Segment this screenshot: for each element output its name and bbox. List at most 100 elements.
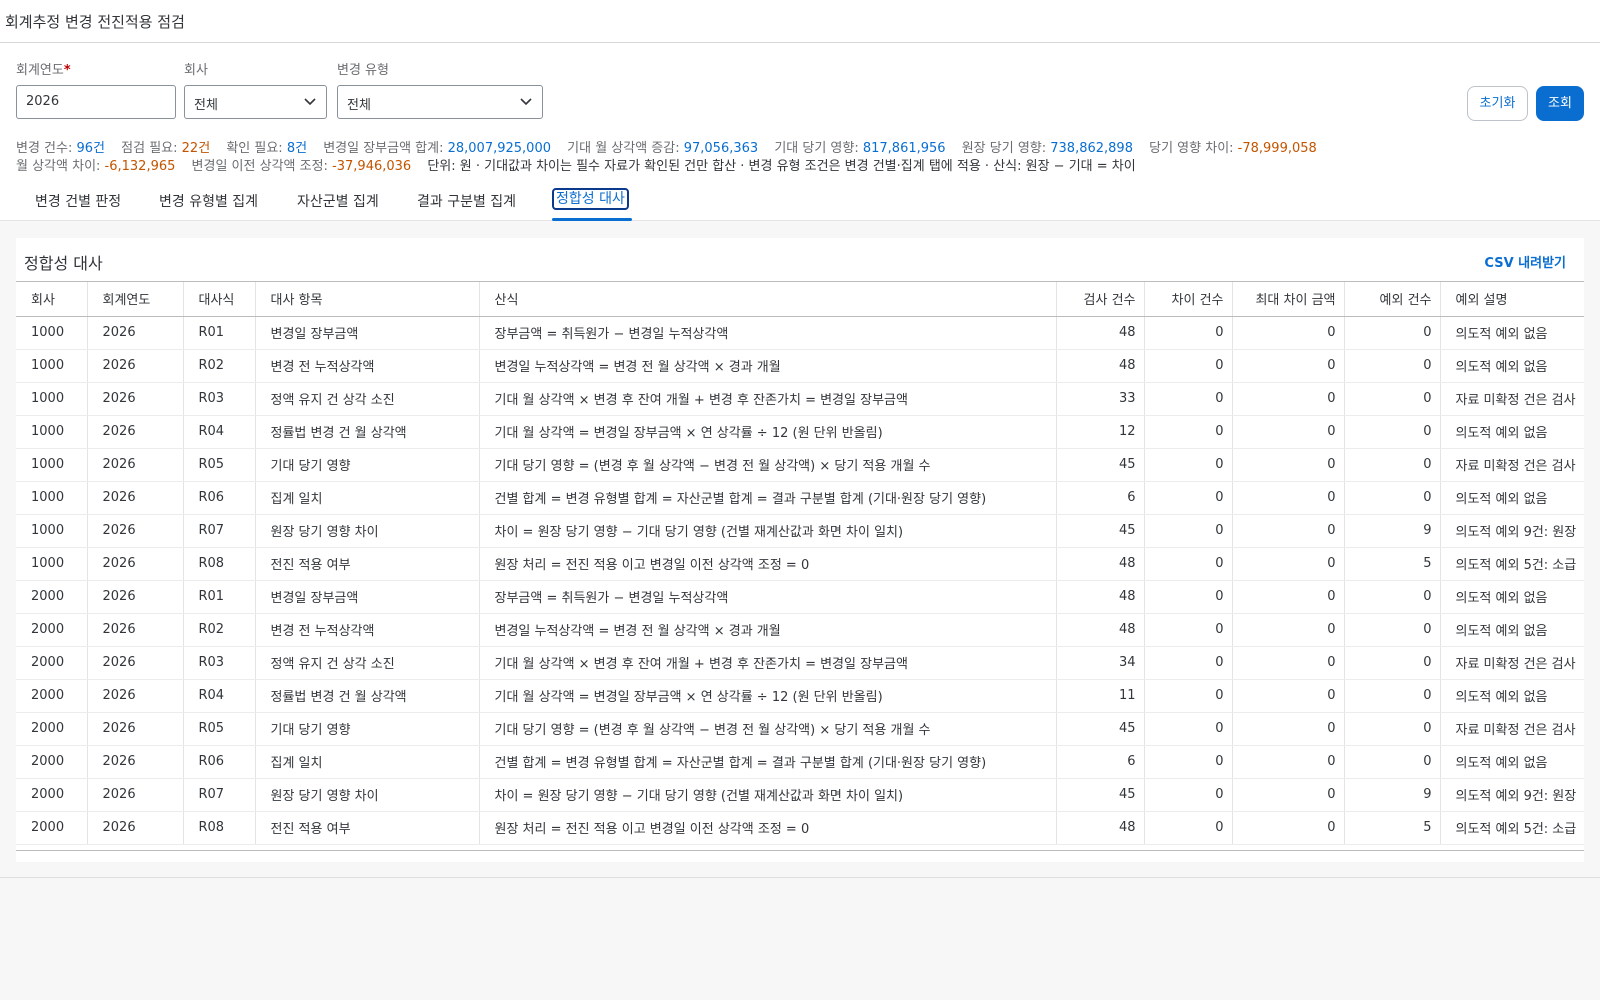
table-cell: 11 xyxy=(1056,679,1145,713)
table-cell: 의도적 예외 없음 xyxy=(1440,349,1584,383)
table-cell: 0 xyxy=(1344,316,1441,350)
csv-download-link[interactable]: CSV 내려받기 xyxy=(1484,252,1566,271)
table-row[interactable]: 2000 2026 R08 전진 적용 여부 원장 처리 = 전진 적용 이고 변경일 … xyxy=(16,811,1584,845)
table-row[interactable]: 2000 2026 R06 집계 일치 건별 합계 = 변경 유형별 합계 = 자산군별… xyxy=(16,745,1584,779)
column-header[interactable]: 차이 건수 xyxy=(1144,282,1233,317)
table-cell: 0 xyxy=(1232,712,1345,746)
tab-result-class[interactable]: 결과 구분별 집계 xyxy=(417,191,516,211)
table-cell: 2026 xyxy=(87,316,184,350)
table-cell: 의도적 예외 없음 xyxy=(1440,415,1584,449)
table-cell: 0 xyxy=(1344,712,1441,746)
table-cell: 의도적 예외 9건: 원장 xyxy=(1440,514,1584,548)
table-cell: R06 xyxy=(183,745,256,779)
table-row[interactable]: 1000 2026 R07 원장 당기 영향 차이 차이 = 원장 당기 영향 − 기대… xyxy=(16,514,1584,548)
reconciliation-table: 회사 회계연도 대사식 대사 항목 산식 검사 건수 차이 건수 최대 차이 금… xyxy=(16,282,1584,845)
table-cell: R01 xyxy=(183,316,256,350)
table-cell: 45 xyxy=(1056,712,1145,746)
summary-item: 변경일 이전 상각액 조정: -37,946,036 xyxy=(191,159,412,174)
company-select[interactable]: 전체 xyxy=(184,85,327,119)
chevron-down-icon xyxy=(520,98,532,106)
table-row[interactable]: 2000 2026 R05 기대 당기 영향 기대 당기 영향 = (변경 후 월 상각… xyxy=(16,712,1584,746)
table-cell: 2000 xyxy=(16,811,88,845)
table-cell: 5 xyxy=(1344,547,1441,581)
page-title: 회계추정 변경 전진적용 점검 xyxy=(5,13,185,31)
year-label: 회계연도* xyxy=(16,63,71,78)
summary-item: 원장 당기 영향: 738,862,898 xyxy=(961,141,1133,156)
table-cell: 2026 xyxy=(87,547,184,581)
table-cell: R08 xyxy=(183,547,256,581)
table-cell: 2026 xyxy=(87,415,184,449)
column-header[interactable]: 검사 건수 xyxy=(1056,282,1145,317)
table-cell: 집계 일치 xyxy=(255,481,480,515)
table-row[interactable]: 2000 2026 R02 변경 전 누적상각액 변경일 누적상각액 = 변경 전 월 … xyxy=(16,613,1584,647)
table-cell: 6 xyxy=(1056,481,1145,515)
summary-note: 단위: 원 · 기대값과 차이는 필수 자료가 확인된 건만 합산 · 변경 유… xyxy=(427,159,1136,174)
table-cell: 0 xyxy=(1144,778,1233,812)
table-cell: R03 xyxy=(183,646,256,680)
table-row[interactable]: 1000 2026 R08 전진 적용 여부 원장 처리 = 전진 적용 이고 변경일 … xyxy=(16,547,1584,581)
tab-reconciliation[interactable]: 정합성 대사 xyxy=(552,188,629,210)
tab-asset-class[interactable]: 자산군별 집계 xyxy=(297,191,379,211)
tab-change-type[interactable]: 변경 유형별 집계 xyxy=(159,191,258,211)
table-row[interactable]: 1000 2026 R04 정률법 변경 건 월 상각액 기대 월 상각액 = 변경일 … xyxy=(16,415,1584,449)
reset-button[interactable]: 초기화 xyxy=(1467,86,1528,121)
summary-item: 월 상각액 차이: -6,132,965 xyxy=(16,159,176,174)
column-header[interactable]: 회사 xyxy=(16,282,88,317)
table-cell: 정률법 변경 건 월 상각액 xyxy=(255,679,480,713)
table-cell: 0 xyxy=(1232,679,1345,713)
column-header[interactable]: 회계연도 xyxy=(87,282,184,317)
column-header[interactable]: 대사식 xyxy=(183,282,256,317)
table-cell: 기대 월 상각액 × 변경 후 잔여 개월 + 변경 후 잔존가치 = 변경일 … xyxy=(479,646,1057,680)
table-cell: 의도적 예외 9건: 원장 xyxy=(1440,778,1584,812)
table-cell: R01 xyxy=(183,580,256,614)
table-cell: 2000 xyxy=(16,679,88,713)
table-row[interactable]: 2000 2026 R07 원장 당기 영향 차이 차이 = 원장 당기 영향 − 기대… xyxy=(16,778,1584,812)
summary-item: 기대 월 상각액 증감: 97,056,363 xyxy=(567,141,759,156)
required-mark: * xyxy=(63,63,71,78)
summary-item: 기대 당기 영향: 817,861,956 xyxy=(774,141,946,156)
table-cell: 자료 미확정 건은 검사 xyxy=(1440,382,1584,416)
column-header[interactable]: 예외 설명 xyxy=(1440,282,1584,317)
table-cell: 0 xyxy=(1232,514,1345,548)
table-cell: 1000 xyxy=(16,514,88,548)
chevron-down-icon xyxy=(304,98,316,106)
search-button[interactable]: 조회 xyxy=(1536,86,1584,121)
table-cell: 변경 전 누적상각액 xyxy=(255,613,480,647)
change-type-select[interactable]: 전체 xyxy=(337,85,543,119)
table-row[interactable]: 1000 2026 R03 정액 유지 건 상각 소진 기대 월 상각액 × 변경 후 … xyxy=(16,382,1584,416)
column-header[interactable]: 산식 xyxy=(479,282,1057,317)
table-cell: 의도적 예외 없음 xyxy=(1440,316,1584,350)
table-cell: 변경일 장부금액 xyxy=(255,316,480,350)
table-cell: 2026 xyxy=(87,679,184,713)
table-cell: 0 xyxy=(1144,679,1233,713)
table-cell: 2026 xyxy=(87,613,184,647)
page-header: 회계추정 변경 전진적용 점검 xyxy=(0,0,1600,43)
year-input[interactable]: 2026 xyxy=(16,85,176,119)
table-cell: 건별 합계 = 변경 유형별 합계 = 자산군별 합계 = 결과 구분별 합계 … xyxy=(479,481,1057,515)
table-cell: 2026 xyxy=(87,382,184,416)
table-row[interactable]: 2000 2026 R04 정률법 변경 건 월 상각액 기대 월 상각액 = 변경일 … xyxy=(16,679,1584,713)
reconciliation-table-container[interactable]: 회사 회계연도 대사식 대사 항목 산식 검사 건수 차이 건수 최대 차이 금… xyxy=(16,281,1584,851)
column-header[interactable]: 대사 항목 xyxy=(255,282,480,317)
column-header[interactable]: 최대 차이 금액 xyxy=(1232,282,1345,317)
table-cell: 2026 xyxy=(87,580,184,614)
table-row[interactable]: 2000 2026 R01 변경일 장부금액 장부금액 = 취득원가 − 변경일 누적상… xyxy=(16,580,1584,614)
table-row[interactable]: 1000 2026 R02 변경 전 누적상각액 변경일 누적상각액 = 변경 전 월 … xyxy=(16,349,1584,383)
table-cell: 1000 xyxy=(16,448,88,482)
column-header[interactable]: 예외 건수 xyxy=(1344,282,1441,317)
table-cell: 의도적 예외 없음 xyxy=(1440,679,1584,713)
table-cell: 1000 xyxy=(16,349,88,383)
table-cell: 의도적 예외 없음 xyxy=(1440,481,1584,515)
table-cell: 원장 당기 영향 차이 xyxy=(255,778,480,812)
table-cell: 48 xyxy=(1056,613,1145,647)
tab-change-item[interactable]: 변경 건별 판정 xyxy=(35,191,121,211)
table-row[interactable]: 1000 2026 R05 기대 당기 영향 기대 당기 영향 = (변경 후 월 상각… xyxy=(16,448,1584,482)
table-cell: 변경 전 누적상각액 xyxy=(255,349,480,383)
table-row[interactable]: 2000 2026 R03 정액 유지 건 상각 소진 기대 월 상각액 × 변경 후 … xyxy=(16,646,1584,680)
table-cell: R08 xyxy=(183,811,256,845)
table-row[interactable]: 1000 2026 R06 집계 일치 건별 합계 = 변경 유형별 합계 = 자산군별… xyxy=(16,481,1584,515)
table-cell: 45 xyxy=(1056,448,1145,482)
table-row[interactable]: 1000 2026 R01 변경일 장부금액 장부금액 = 취득원가 − 변경일 누적상… xyxy=(16,316,1584,350)
table-cell: 전진 적용 여부 xyxy=(255,547,480,581)
table-cell: 0 xyxy=(1232,448,1345,482)
